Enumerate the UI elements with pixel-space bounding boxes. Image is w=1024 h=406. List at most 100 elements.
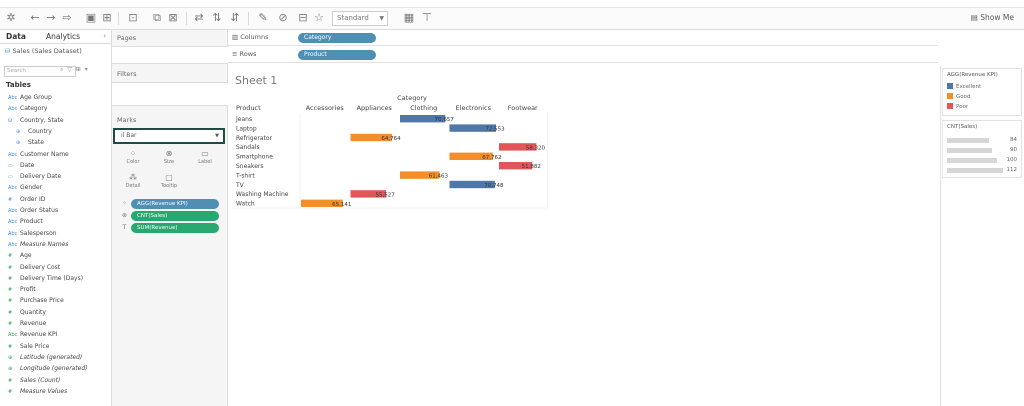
columns-shelf[interactable]: ▥ Columns Category (228, 30, 938, 46)
row-label[interactable]: Sneakers (236, 163, 264, 170)
columns-shelf-label: ▥ Columns (232, 33, 269, 41)
field-item[interactable]: # Revenue (8, 320, 46, 327)
field-item[interactable]: # Quantity (8, 309, 46, 316)
field-item[interactable]: Abc Measure Names (8, 241, 68, 248)
tooltip-button[interactable]: ▢ Tooltip (154, 172, 184, 194)
color-legend-item[interactable]: Good (947, 93, 970, 100)
size-icon: ⊗ (165, 149, 173, 158)
filters-shelf[interactable] (112, 82, 228, 106)
bar-value-label: 51,882 (522, 164, 541, 170)
pill-agg-revenue-kpi[interactable]: AGG(Revenue KPI) (131, 199, 219, 209)
sort-descending-icon[interactable]: ⇵ (228, 11, 242, 25)
presentation-icon[interactable]: ▦ (402, 11, 416, 25)
swap-axes-icon[interactable]: ⇄ (192, 11, 206, 25)
field-item[interactable]: ⊕ Country (16, 128, 52, 135)
field-type-icon: Abc (8, 208, 18, 214)
pages-shelf[interactable] (112, 46, 228, 64)
labels-icon[interactable]: ⊟ (296, 11, 310, 25)
field-item[interactable]: # Order ID (8, 196, 45, 203)
group-icon[interactable]: ⊘ (276, 11, 290, 25)
field-item[interactable]: ⊕ Longitude (generated) (8, 365, 88, 372)
field-item[interactable]: ▭ Date (8, 162, 34, 169)
tableau-logo-icon[interactable]: ✲ (4, 11, 18, 25)
field-item[interactable]: ⊕ State (16, 139, 44, 146)
field-item[interactable]: Abc Gender (8, 184, 42, 191)
field-type-icon: Abc (8, 185, 18, 192)
label-icon: ▭ (201, 149, 209, 158)
field-item[interactable]: # Age (8, 252, 32, 259)
field-item[interactable]: # Profit (8, 286, 36, 293)
field-item[interactable]: # Purchase Price (8, 297, 64, 304)
crosstab-chart[interactable]: Category Product Accessories Appliances Cl… (228, 88, 548, 228)
field-item[interactable]: Abc Category (8, 105, 47, 112)
field-item[interactable]: # Delivery Cost (8, 264, 60, 271)
field-item[interactable]: Abc Salesperson (8, 230, 57, 237)
datasource-item[interactable]: ⛁ Sales (Sales Dataset) (5, 47, 82, 55)
column-header[interactable]: Footwear (508, 104, 538, 112)
fit-size-select[interactable]: Standard ▼ (332, 11, 388, 26)
detail-button[interactable]: ⁂ Detail (118, 172, 148, 194)
column-header[interactable]: Clothing (410, 104, 437, 112)
toolbar-separator (118, 12, 119, 25)
row-label[interactable]: Jeans (235, 116, 252, 123)
duplicate-sheet-icon[interactable]: ⧉ (150, 11, 164, 25)
highlight-icon[interactable]: ✎ (256, 11, 270, 25)
size-button-label: Size (163, 159, 175, 165)
field-item[interactable]: Abc Customer Name (8, 151, 69, 158)
field-item[interactable]: ⛁ Country, State (8, 117, 64, 124)
field-item[interactable]: ▭ Delivery Date (8, 173, 61, 180)
pill-product[interactable]: Product (298, 50, 376, 60)
field-item[interactable]: # Sale Price (8, 343, 49, 350)
column-header[interactable]: Appliances (357, 104, 393, 112)
sheet-title[interactable]: Sheet 1 (235, 74, 277, 87)
field-item[interactable]: # Measure Values (8, 388, 67, 395)
field-item[interactable]: Abc Product (8, 218, 43, 225)
field-item[interactable]: Abc Order Status (8, 207, 58, 214)
column-header[interactable]: Accessories (306, 104, 345, 112)
row-label[interactable]: Sandals (236, 144, 260, 151)
forward-icon[interactable]: → (44, 11, 58, 25)
back-icon[interactable]: ← (28, 11, 42, 25)
field-item[interactable]: # Sales (Count) (8, 377, 60, 384)
rows-shelf[interactable]: ≡ Rows Product (228, 47, 938, 63)
show-me-button[interactable]: ▤ Show Me (971, 13, 1014, 22)
color-legend[interactable]: AGG(Revenue KPI) Excellent Good Poor (942, 68, 1022, 116)
size-legend-label: 100 (1006, 157, 1018, 163)
fix-axes-icon[interactable]: ☆ (312, 11, 326, 25)
size-button[interactable]: ⊗ Size (154, 148, 184, 170)
pill-sum-revenue[interactable]: SUM(Revenue) (131, 223, 219, 233)
save-icon[interactable]: ▣ (84, 11, 98, 25)
row-label[interactable]: Smartphone (236, 154, 273, 161)
size-legend[interactable]: CNT(Sales) 84 90 100 112 (942, 120, 1022, 178)
color-legend-item[interactable]: Poor (947, 103, 968, 110)
color-button[interactable]: ⁘ Color (118, 148, 148, 170)
pill-category[interactable]: Category (298, 33, 376, 43)
row-label[interactable]: Laptop (236, 125, 257, 132)
field-item[interactable]: ⊕ Latitude (generated) (8, 354, 82, 361)
label-button[interactable]: ▭ Label (190, 148, 220, 170)
row-label[interactable]: TV (235, 182, 245, 189)
clear-sheet-icon[interactable]: ⊠ (166, 11, 180, 25)
pill-cnt-sales[interactable]: CNT(Sales) (131, 211, 219, 221)
row-label[interactable]: T-shirt (235, 172, 255, 179)
share-icon[interactable]: ⊤ (420, 11, 434, 25)
search-icon[interactable]: ⌕ ▽ ⊞ ▾ (60, 66, 89, 74)
field-item[interactable]: # Delivery Time (Days) (8, 275, 83, 282)
row-label[interactable]: Watch (236, 201, 255, 208)
tab-analytics[interactable]: Analytics (46, 32, 80, 41)
tab-data[interactable]: Data (6, 32, 26, 41)
column-header[interactable]: Electronics (456, 104, 492, 112)
collapse-icon[interactable]: ‹ (103, 32, 106, 40)
field-item[interactable]: Abc Age Group (8, 94, 52, 101)
row-label[interactable]: Refrigerator (236, 135, 273, 142)
field-item[interactable]: Abc Revenue KPI (8, 331, 57, 338)
new-sheet-icon[interactable]: ⊡ (126, 11, 140, 25)
redo-icon[interactable]: ⇨ (60, 11, 74, 25)
row-label[interactable]: Washing Machine (236, 191, 289, 198)
color-legend-item[interactable]: Excellent (947, 83, 981, 90)
color-legend-label: Excellent (956, 84, 982, 90)
sort-ascending-icon[interactable]: ⇅ (210, 11, 224, 25)
size-legend-label: 90 (1010, 147, 1017, 153)
mark-type-select[interactable]: ıl Bar ▼ (113, 128, 225, 144)
new-datasource-icon[interactable]: ⊞ (100, 11, 114, 25)
